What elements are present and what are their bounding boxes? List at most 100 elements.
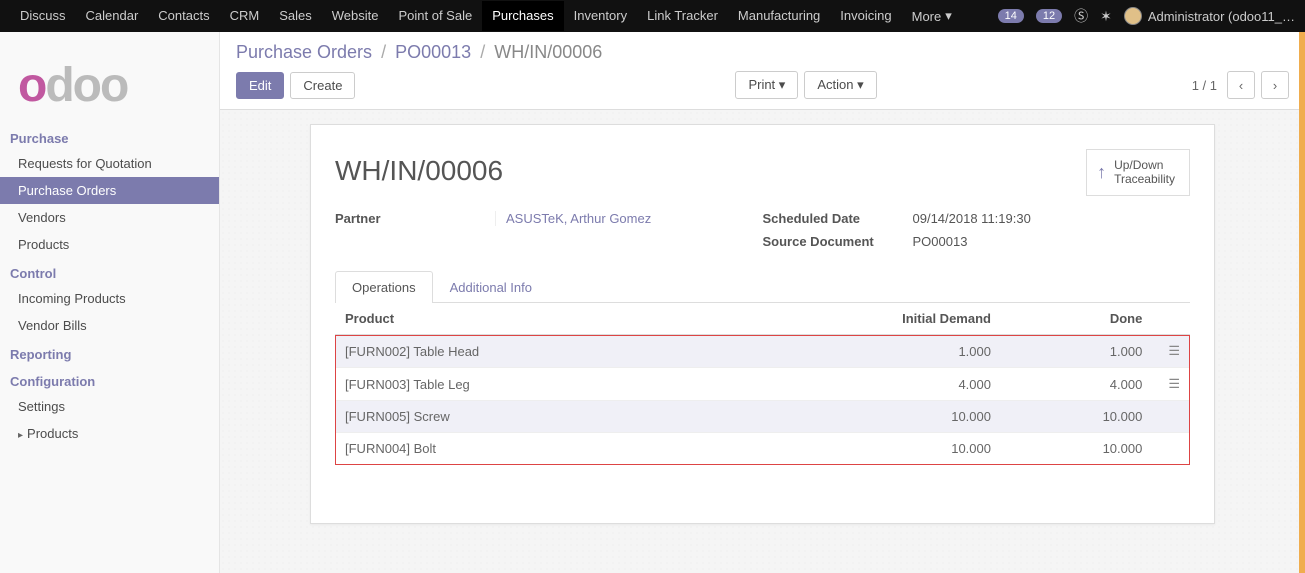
scheduled-date-label: Scheduled Date — [763, 211, 913, 226]
col-product: Product — [335, 303, 725, 335]
cell-action: ☰ — [1152, 335, 1190, 368]
pager-range: 1 / 1 — [1192, 78, 1217, 93]
nav-item-purchases[interactable]: Purchases — [482, 1, 563, 31]
table-row[interactable]: [FURN003] Table Leg4.0004.000☰ — [335, 368, 1190, 401]
record-title: WH/IN/00006 — [335, 155, 1190, 187]
right-edge-decoration — [1299, 32, 1305, 573]
cell-demand: 10.000 — [725, 433, 1001, 465]
action-button[interactable]: Action ▾ — [804, 71, 876, 99]
col-actions — [1152, 303, 1190, 335]
print-label: Print — [748, 77, 775, 92]
breadcrumb: Purchase Orders / PO00013 / WH/IN/00006 — [236, 42, 1289, 63]
cell-action — [1152, 401, 1190, 433]
caret-down-icon: ▾ — [857, 77, 864, 92]
nav-item-calendar[interactable]: Calendar — [76, 1, 149, 31]
cell-product: [FURN005] Screw — [335, 401, 725, 433]
tab-operations[interactable]: Operations — [335, 271, 433, 303]
partner-value[interactable]: ASUSTeK, Arthur Gomez — [506, 211, 651, 226]
cell-done: 1.000 — [1001, 335, 1152, 368]
stat-line1: Up/Down — [1114, 158, 1163, 172]
nav-item-website[interactable]: Website — [322, 1, 389, 31]
control-panel: Purchase Orders / PO00013 / WH/IN/00006 … — [220, 32, 1305, 110]
menu-item-products[interactable]: Products — [0, 231, 219, 258]
cell-done: 4.000 — [1001, 368, 1152, 401]
stat-line2: Traceability — [1114, 172, 1175, 186]
messaging-badge[interactable]: 14 — [998, 9, 1024, 23]
user-name: Administrator (odoo11_… — [1148, 9, 1295, 24]
arrow-up-icon: ↑ — [1097, 162, 1106, 184]
cell-demand: 4.000 — [725, 368, 1001, 401]
content-area: Purchase Orders / PO00013 / WH/IN/00006 … — [220, 32, 1305, 573]
pager-prev-button[interactable]: ‹ — [1227, 71, 1255, 99]
operations-table: Product Initial Demand Done [FURN002] Ta… — [335, 303, 1190, 465]
activity-badge[interactable]: 12 — [1036, 9, 1062, 23]
col-initial-demand: Initial Demand — [725, 303, 1001, 335]
menu-section-purchase: Purchase — [0, 123, 219, 150]
action-label: Action — [817, 77, 853, 92]
partner-label: Partner — [335, 211, 485, 226]
menu-section-control: Control — [0, 258, 219, 285]
scheduled-date-value: 09/14/2018 11:19:30 — [913, 211, 1031, 226]
tab-additional-info[interactable]: Additional Info — [433, 271, 549, 303]
nav-item-manufacturing[interactable]: Manufacturing — [728, 1, 830, 31]
breadcrumb-sep: / — [381, 42, 386, 62]
breadcrumb-root[interactable]: Purchase Orders — [236, 42, 372, 62]
cell-product: [FURN002] Table Head — [335, 335, 725, 368]
col-done: Done — [1001, 303, 1152, 335]
form-sheet: ↑ Up/Down Traceability WH/IN/00006 Partn… — [310, 124, 1215, 524]
tabs: Operations Additional Info — [335, 271, 1190, 303]
breadcrumb-current: WH/IN/00006 — [494, 42, 602, 62]
breadcrumb-sep: / — [480, 42, 485, 62]
cell-demand: 10.000 — [725, 401, 1001, 433]
sidebar: odoo PurchaseRequests for QuotationPurch… — [0, 32, 220, 573]
avatar — [1124, 7, 1142, 25]
menu-section-configuration: Configuration — [0, 366, 219, 393]
user-menu[interactable]: Administrator (odoo11_… — [1124, 7, 1295, 25]
menu-item-products[interactable]: Products — [0, 420, 219, 447]
nav-item-crm[interactable]: CRM — [220, 1, 270, 31]
traceability-button[interactable]: ↑ Up/Down Traceability — [1086, 149, 1190, 196]
nav-right: 14 12 Ⓢ ✶ Administrator (odoo11_… — [998, 6, 1295, 26]
cell-done: 10.000 — [1001, 401, 1152, 433]
detail-icon[interactable]: ☰ — [1168, 343, 1180, 358]
menu-section-reporting: Reporting — [0, 339, 219, 366]
menu-item-incoming-products[interactable]: Incoming Products — [0, 285, 219, 312]
menu-item-settings[interactable]: Settings — [0, 393, 219, 420]
nav-item-invoicing[interactable]: Invoicing — [830, 1, 901, 31]
debug-icon[interactable]: ✶ — [1100, 8, 1112, 25]
menu-item-purchase-orders[interactable]: Purchase Orders — [0, 177, 219, 204]
menu-item-vendors[interactable]: Vendors — [0, 204, 219, 231]
cell-action — [1152, 433, 1190, 465]
skype-icon[interactable]: Ⓢ — [1074, 6, 1088, 26]
table-row[interactable]: [FURN005] Screw10.00010.000 — [335, 401, 1190, 433]
nav-item-sales[interactable]: Sales — [269, 1, 322, 31]
caret-down-icon: ▾ — [945, 8, 952, 24]
cell-product: [FURN003] Table Leg — [335, 368, 725, 401]
breadcrumb-parent[interactable]: PO00013 — [395, 42, 471, 62]
cell-demand: 1.000 — [725, 335, 1001, 368]
source-document-label: Source Document — [763, 234, 913, 249]
table-row[interactable]: [FURN002] Table Head1.0001.000☰ — [335, 335, 1190, 368]
create-button[interactable]: Create — [290, 72, 355, 99]
nav-item-inventory[interactable]: Inventory — [564, 1, 637, 31]
source-document-value: PO00013 — [913, 234, 968, 249]
logo: odoo — [0, 40, 219, 123]
menu-item-requests-for-quotation[interactable]: Requests for Quotation — [0, 150, 219, 177]
detail-icon[interactable]: ☰ — [1168, 376, 1180, 391]
table-row[interactable]: [FURN004] Bolt10.00010.000 — [335, 433, 1190, 465]
cell-action: ☰ — [1152, 368, 1190, 401]
top-navbar: DiscussCalendarContactsCRMSalesWebsitePo… — [0, 0, 1305, 32]
cell-product: [FURN004] Bolt — [335, 433, 725, 465]
menu-item-vendor-bills[interactable]: Vendor Bills — [0, 312, 219, 339]
caret-down-icon: ▾ — [779, 77, 786, 92]
cell-done: 10.000 — [1001, 433, 1152, 465]
nav-menu: DiscussCalendarContactsCRMSalesWebsitePo… — [10, 1, 998, 31]
nav-item-discuss[interactable]: Discuss — [10, 1, 76, 31]
edit-button[interactable]: Edit — [236, 72, 284, 99]
pager-next-button[interactable]: › — [1261, 71, 1289, 99]
nav-item-link-tracker[interactable]: Link Tracker — [637, 1, 728, 31]
print-button[interactable]: Print ▾ — [735, 71, 798, 99]
nav-item-point-of-sale[interactable]: Point of Sale — [388, 1, 482, 31]
nav-item-contacts[interactable]: Contacts — [148, 1, 219, 31]
nav-more[interactable]: More ▾ — [902, 1, 962, 31]
